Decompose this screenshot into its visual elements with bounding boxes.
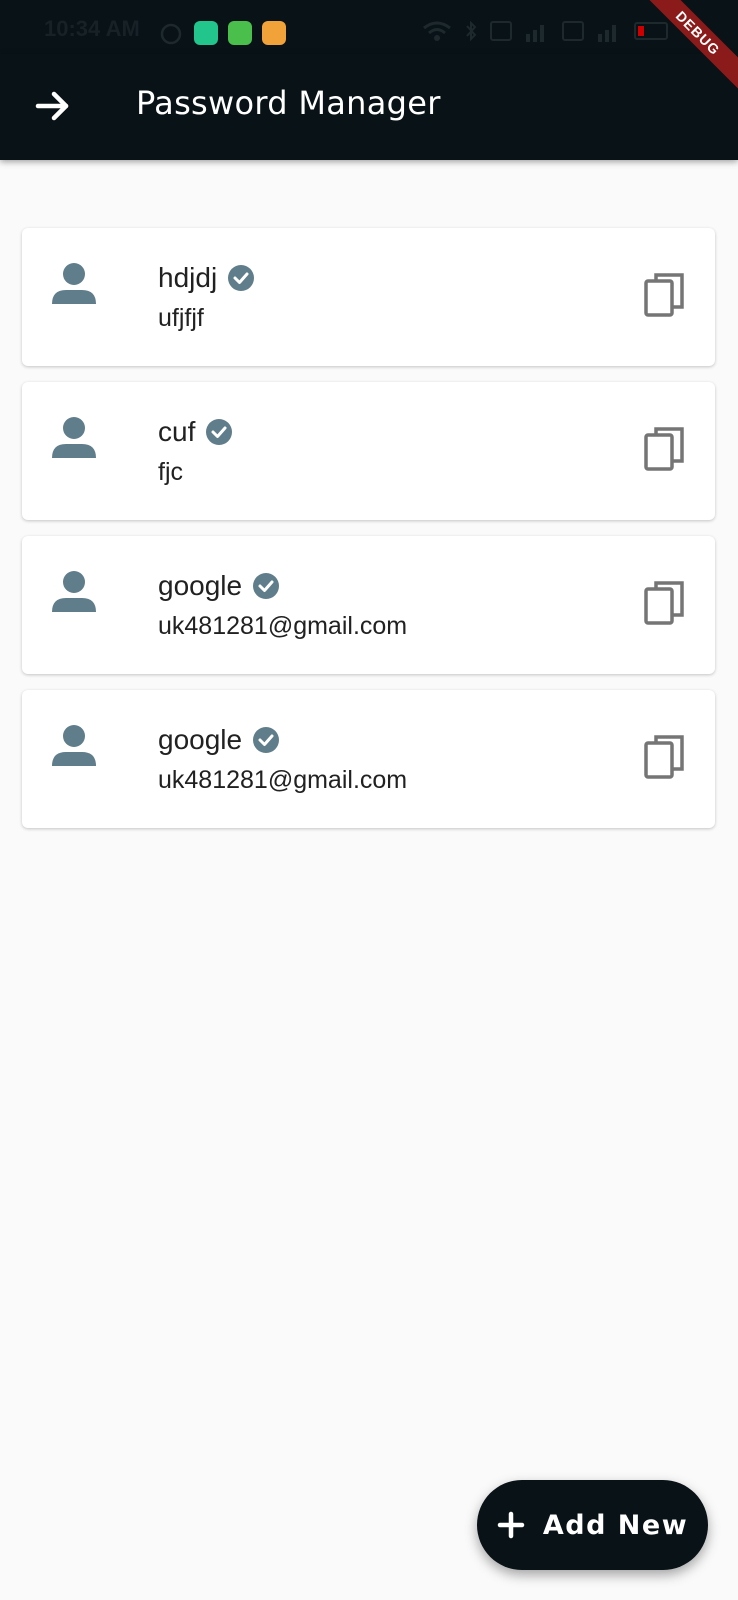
entry-name: google <box>158 570 243 601</box>
signal-icon-2 <box>598 25 616 42</box>
password-entry-card[interactable]: google uk481281@gmail.com <box>22 690 715 828</box>
volte-icon <box>490 21 512 41</box>
alarm-icon <box>160 23 182 45</box>
password-entry-card[interactable]: hdjdj ufjfjf <box>22 228 715 366</box>
app-bar: Password Manager <box>0 54 738 160</box>
password-list: hdjdj ufjfjf cuf fjc google uk481281@gma… <box>22 228 715 844</box>
verified-check-icon <box>228 265 255 291</box>
entry-subtitle: uk481281@gmail.com <box>158 612 408 640</box>
entry-name-row: google <box>158 570 280 602</box>
status-bar: 10:34 AM <box>0 0 738 54</box>
entry-subtitle: fjc <box>158 458 183 486</box>
plus-icon <box>497 1511 525 1539</box>
password-entry-card[interactable]: google uk481281@gmail.com <box>22 536 715 674</box>
bluetooth-icon <box>466 20 477 42</box>
person-icon <box>52 417 96 458</box>
status-notification-icons <box>158 20 286 46</box>
arrow-right-icon[interactable] <box>34 86 74 126</box>
vpn-app-icon <box>194 21 218 45</box>
status-system-icons <box>422 20 668 42</box>
copy-icon[interactable] <box>643 424 689 474</box>
status-time: 10:34 AM <box>44 16 140 41</box>
add-new-button[interactable]: Add New <box>477 1480 708 1570</box>
verified-check-icon <box>206 419 233 445</box>
person-icon <box>52 571 96 612</box>
entry-name-row: cuf <box>158 416 233 448</box>
verified-check-icon <box>253 727 280 753</box>
add-new-label: Add New <box>542 1509 689 1541</box>
copy-icon[interactable] <box>643 578 689 628</box>
person-icon <box>52 725 96 766</box>
volte-icon-2 <box>562 21 584 41</box>
entry-name-row: hdjdj <box>158 262 255 294</box>
password-entry-card[interactable]: cuf fjc <box>22 382 715 520</box>
battery-icon <box>634 22 668 40</box>
entry-name: cuf <box>158 416 196 447</box>
entry-name-row: google <box>158 724 280 756</box>
entry-subtitle: ufjfjf <box>158 304 204 332</box>
wifi-icon <box>423 21 451 41</box>
entry-name: google <box>158 724 243 755</box>
copy-icon[interactable] <box>643 732 689 782</box>
gallery-app-icon <box>262 21 286 45</box>
copy-icon[interactable] <box>643 270 689 320</box>
verified-check-icon <box>253 573 280 599</box>
signal-icon <box>526 25 544 42</box>
entry-subtitle: uk481281@gmail.com <box>158 766 408 794</box>
person-icon <box>52 263 96 304</box>
entry-name: hdjdj <box>158 262 218 293</box>
messenger-app-icon <box>228 21 252 45</box>
page-title: Password Manager <box>136 84 441 122</box>
